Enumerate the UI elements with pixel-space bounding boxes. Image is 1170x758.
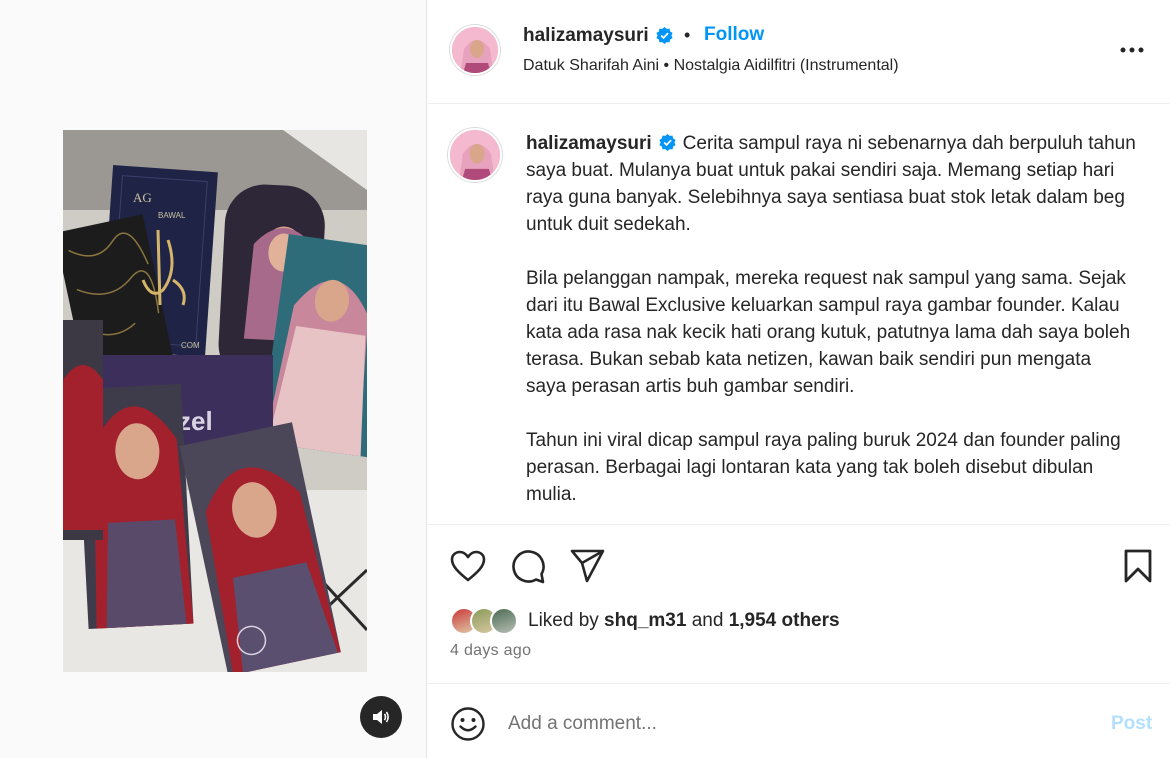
comment-button[interactable] — [508, 546, 548, 586]
avatar[interactable] — [450, 25, 500, 75]
comment-icon — [512, 550, 545, 584]
bookmark-icon — [1124, 549, 1152, 583]
save-button[interactable] — [1118, 546, 1158, 586]
heart-icon — [450, 550, 486, 582]
photo-illustration: AG BAWAL COM zel — [63, 130, 367, 672]
likes-others-link[interactable]: 1,954 others — [729, 610, 840, 631]
header-separator: • — [684, 25, 691, 45]
post-header: halizamaysuri • Follow Datuk Sharifah Ai… — [428, 0, 1170, 104]
mute-button[interactable] — [360, 696, 402, 738]
caption-username[interactable]: halizamaysuri — [526, 133, 652, 154]
liker-avatar[interactable] — [490, 607, 518, 635]
like-button[interactable] — [448, 546, 488, 586]
post-side-panel: halizamaysuri • Follow Datuk Sharifah Ai… — [428, 0, 1170, 758]
emoji-smile-icon — [451, 707, 485, 741]
caption-paragraph: halizamaysuri Cerita sampul raya ni seben… — [526, 130, 1136, 238]
verified-badge-icon — [659, 133, 676, 152]
envelope-brand-text: BAWAL — [158, 211, 186, 220]
caption-area: halizamaysuri Cerita sampul raya ni seben… — [428, 104, 1170, 525]
audio-link[interactable]: Datuk Sharifah Aini • Nostalgia Aidilfit… — [523, 57, 899, 75]
likes-middle: and — [686, 610, 729, 631]
share-button[interactable] — [568, 546, 608, 586]
follow-button[interactable]: Follow — [704, 24, 764, 46]
likes-summary: Liked by shq_m31 and 1,954 others — [528, 610, 840, 632]
author-username-text: halizamaysuri — [523, 25, 649, 46]
post-photo[interactable]: AG BAWAL COM zel — [63, 130, 367, 672]
more-horizontal-icon — [1120, 47, 1144, 53]
media-pane: AG BAWAL COM zel — [0, 0, 427, 758]
envelope-com-text: COM — [181, 341, 200, 350]
author-username[interactable]: halizamaysuri — [523, 25, 674, 47]
post-timestamp[interactable]: 4 days ago — [450, 642, 531, 660]
comment-input[interactable] — [508, 706, 1088, 742]
verified-badge-icon — [656, 27, 673, 45]
speaker-icon — [373, 710, 389, 724]
caption-text: halizamaysuri Cerita sampul raya ni seben… — [526, 130, 1136, 524]
comment-bar: Post — [428, 683, 1170, 758]
liker-username-link[interactable]: shq_m31 — [604, 610, 686, 631]
caption-paragraph-2: Bila pelanggan nampak, mereka request na… — [526, 268, 1131, 397]
action-bar — [428, 540, 1170, 590]
more-options-button[interactable] — [1118, 38, 1146, 62]
emoji-button[interactable] — [450, 706, 486, 742]
caption-avatar[interactable] — [448, 128, 502, 182]
envelope-logo-text: AG — [133, 190, 152, 205]
likes-row: Liked by shq_m31 and 1,954 others — [450, 604, 840, 638]
likes-prefix: Liked by — [528, 610, 605, 631]
post-comment-button[interactable]: Post — [1111, 713, 1152, 735]
send-icon — [570, 549, 605, 583]
avatar-image — [452, 27, 498, 73]
caption-paragraph-3: Tahun ini viral dicap sampul raya paling… — [526, 430, 1121, 505]
avatar-image — [450, 130, 500, 180]
